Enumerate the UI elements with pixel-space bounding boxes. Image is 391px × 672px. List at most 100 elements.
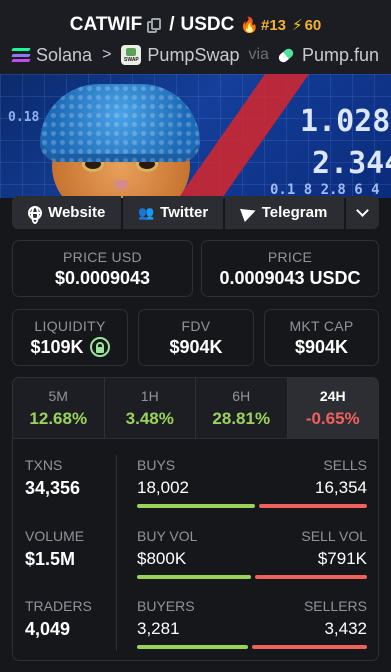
- boost-badge[interactable]: ⚡ 60: [292, 16, 322, 35]
- twitter-button[interactable]: 👥 Twitter: [123, 196, 223, 229]
- timeframe-tabs: 5M 12.68% 1H 3.48% 6H 28.81% 24H -0.65%: [12, 377, 379, 439]
- dex-link[interactable]: PumpSwap: [147, 45, 239, 66]
- sell-volume-value: $791K: [317, 549, 367, 568]
- buy-bar-segment: [137, 504, 256, 508]
- txns-value: 34,356: [25, 478, 81, 498]
- tab-5m[interactable]: 5M 12.68%: [13, 378, 105, 438]
- tab-label: 5M: [48, 387, 68, 404]
- price-change-value: -0.65%: [305, 408, 360, 428]
- price-native-value: 0.0009043 USDC: [219, 267, 361, 288]
- buys-sells-ratio-bar: [137, 504, 367, 508]
- telegram-plane-icon: [239, 203, 258, 222]
- chevron-down-icon: [356, 204, 369, 217]
- tab-label: 1H: [140, 387, 159, 404]
- volume-value: $1.5M: [25, 549, 76, 569]
- lightning-icon: ⚡: [292, 17, 303, 34]
- pair-header: CATWIF / USDC 🔥 #13 ⚡ 60 Solana > SWAP P…: [0, 0, 391, 74]
- price-change-value: 3.48%: [125, 408, 174, 428]
- launchpad-link[interactable]: Pump.fun: [302, 45, 379, 66]
- liquidity-value: $109K: [30, 336, 84, 357]
- telegram-label: Telegram: [261, 204, 328, 221]
- pumpswap-logo-icon: SWAP: [121, 45, 142, 65]
- quote-symbol: USDC: [180, 14, 235, 35]
- copy-icon[interactable]: [147, 17, 162, 33]
- buy-volume-label: BUY VOL: [137, 528, 198, 544]
- price-native-card: PRICE 0.0009043 USDC: [201, 240, 379, 297]
- txns-label: TXNS: [25, 457, 63, 473]
- trade-stats-panel: TXNS 34,356 VOLUME $1.5M TRADERS 4,049 B…: [12, 439, 379, 661]
- sellers-label: SELLERS: [303, 598, 367, 614]
- buyers-ratio-bar: [137, 645, 367, 649]
- banner-ticker: 1.0287: [300, 104, 391, 139]
- website-button[interactable]: Website: [12, 196, 122, 229]
- lock-icon[interactable]: [89, 337, 110, 357]
- boost-badge-value: 60: [304, 16, 322, 34]
- liquidity-label: LIQUIDITY: [34, 317, 106, 334]
- buys-label: BUYS: [137, 457, 176, 473]
- price-change-value: 28.81%: [212, 408, 271, 428]
- sells-value: 16,354: [315, 478, 367, 497]
- pill-icon: [276, 46, 295, 64]
- traders-stat: TRADERS 4,049: [25, 598, 92, 640]
- token-banner-image: 1.0287 2.344 0.1 8 2.8 6 4 0.18 A 0.80: [0, 74, 391, 198]
- stats-divider: [116, 455, 117, 651]
- social-links: Website 👥 Twitter Telegram: [12, 196, 379, 229]
- pair-meta-row: Solana > SWAP PumpSwap via Pump.fun: [0, 40, 391, 70]
- price-usd-card: PRICE USD $0.0009043: [12, 240, 193, 297]
- volume-stat: VOLUME $1.5M: [25, 528, 84, 570]
- rank-badge-value: #13: [261, 16, 287, 34]
- price-change-value: 12.68%: [29, 408, 88, 428]
- fdv-label: FDV: [181, 317, 211, 334]
- buyers-value: 3,281: [137, 619, 180, 638]
- price-usd-value: $0.0009043: [54, 267, 151, 288]
- buys-sells-stat: BUYS SELLS 18,002 16,354: [137, 457, 367, 508]
- cat-nose: [114, 180, 128, 190]
- pair-title-row: CATWIF / USDC 🔥 #13 ⚡ 60: [0, 0, 391, 40]
- cat-hat: [40, 84, 200, 162]
- buy-bar-segment: [137, 575, 251, 579]
- market-cap-card: MKT CAP $904K: [264, 309, 379, 366]
- via-label: via: [248, 46, 269, 63]
- more-links-button[interactable]: [346, 196, 379, 229]
- sell-bar-segment: [254, 575, 367, 579]
- globe-icon: [28, 205, 43, 224]
- base-symbol: CATWIF: [69, 14, 143, 35]
- buyers-label: BUYERS: [137, 598, 195, 614]
- pair-separator: /: [169, 14, 175, 35]
- traders-label: TRADERS: [25, 598, 92, 614]
- tab-24h[interactable]: 24H -0.65%: [287, 378, 378, 438]
- liquidity-card: LIQUIDITY $109K: [12, 309, 128, 366]
- fdv-value: $904K: [169, 336, 223, 357]
- sell-volume-label: SELL VOL: [301, 528, 367, 544]
- buys-value: 18,002: [137, 478, 189, 497]
- buy-volume-value: $800K: [137, 549, 187, 568]
- fire-icon: 🔥: [240, 17, 259, 34]
- solana-logo-icon: [11, 48, 31, 62]
- price-usd-label: PRICE USD: [63, 248, 142, 265]
- tab-6h[interactable]: 6H 28.81%: [196, 378, 288, 438]
- chain-link[interactable]: Solana: [36, 45, 92, 66]
- volume-ratio-bar: [137, 575, 367, 579]
- market-cap-label: MKT CAP: [289, 317, 354, 334]
- tab-label: 24H: [319, 387, 346, 404]
- tab-1h[interactable]: 1H 3.48%: [105, 378, 196, 438]
- price-native-label: PRICE: [267, 248, 313, 265]
- buy-bar-segment: [137, 645, 248, 649]
- tab-label: 6H: [232, 387, 251, 404]
- website-label: Website: [48, 204, 106, 221]
- sell-bar-segment: [259, 504, 367, 508]
- market-cap-value: $904K: [294, 336, 349, 357]
- chevron-right-icon: >: [102, 46, 112, 63]
- txns-stat: TXNS 34,356: [25, 457, 80, 499]
- twitter-label: Twitter: [160, 204, 209, 221]
- banner-ticker: 2.344: [312, 146, 391, 181]
- rank-badge[interactable]: 🔥 #13: [240, 16, 287, 35]
- traders-value: 4,049: [25, 619, 71, 639]
- fdv-card: FDV $904K: [138, 309, 254, 366]
- volume-label: VOLUME: [25, 528, 85, 544]
- buy-sell-volume-stat: BUY VOL SELL VOL $800K $791K: [137, 528, 367, 579]
- sells-label: SELLS: [323, 457, 367, 473]
- telegram-button[interactable]: Telegram: [224, 196, 345, 229]
- sell-bar-segment: [251, 645, 367, 649]
- sellers-value: 3,432: [324, 619, 367, 638]
